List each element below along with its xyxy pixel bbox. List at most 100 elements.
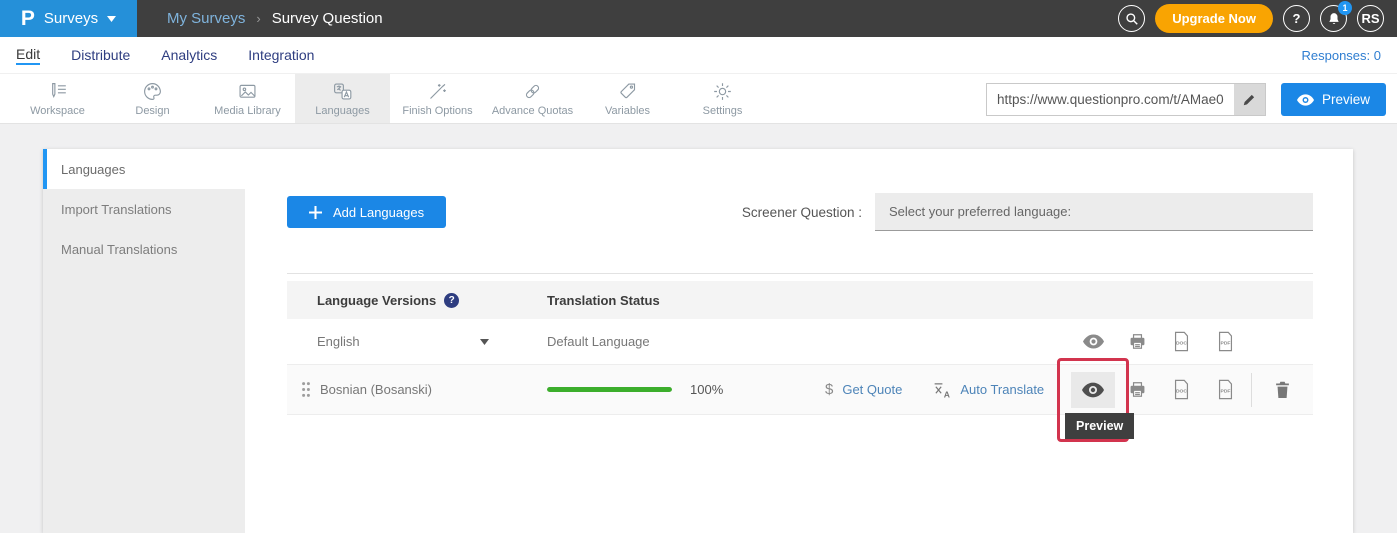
language-cell: Bosnian (Bosanski) xyxy=(287,381,547,398)
questionpro-logo: P xyxy=(21,8,35,29)
screener-question-label: Screener Question : xyxy=(742,205,862,220)
sidebar-item-manual-translations[interactable]: Manual Translations xyxy=(43,229,245,269)
settings-sidebar: Languages Import Translations Manual Tra… xyxy=(43,149,245,533)
pdf-file-icon: PDF xyxy=(1216,379,1235,400)
row-actions: DOC PDF xyxy=(1071,325,1313,359)
app-switcher[interactable]: P Surveys xyxy=(0,0,137,37)
svg-text:DOC: DOC xyxy=(1175,389,1186,395)
trash-icon xyxy=(1274,380,1291,399)
auto-translate-icon: A xyxy=(932,381,952,399)
export-doc-button[interactable]: DOC xyxy=(1159,379,1203,400)
screener-question: Screener Question : Select your preferre… xyxy=(742,193,1313,231)
print-language-button[interactable] xyxy=(1115,332,1159,351)
tab-distribute[interactable]: Distribute xyxy=(71,47,130,64)
topbar-actions: Upgrade Now ? 1 RS xyxy=(1118,4,1397,33)
help-button[interactable]: ? xyxy=(1283,5,1310,32)
toolbar-item-workspace[interactable]: Workspace xyxy=(10,74,105,123)
preview-language-button-highlighted[interactable]: Preview xyxy=(1071,372,1115,408)
header-translation-status: Translation Status xyxy=(547,293,777,308)
responses-counter: Responses: 0 xyxy=(1302,48,1382,63)
survey-toolbar: Workspace Design Media Library Languages… xyxy=(0,73,1397,124)
table-row-bosnian: Bosnian (Bosanski) 100% $ Get Quote A xyxy=(287,365,1313,415)
language-cell: English xyxy=(287,334,547,349)
languages-panel: Add Languages Screener Question : Select… xyxy=(245,149,1353,533)
toolbar-item-advance-quotas[interactable]: Advance Quotas xyxy=(485,74,580,123)
toolbar-item-media-library[interactable]: Media Library xyxy=(200,74,295,123)
workspace-icon xyxy=(47,81,68,102)
toolbar-right: Preview xyxy=(986,83,1386,116)
add-languages-button[interactable]: Add Languages xyxy=(287,196,446,228)
translation-progress-label: 100% xyxy=(690,382,723,397)
tab-edit[interactable]: Edit xyxy=(16,46,40,65)
language-dropdown-caret[interactable] xyxy=(480,339,489,345)
sidebar-item-import-translations[interactable]: Import Translations xyxy=(43,189,245,229)
status-cell: Default Language xyxy=(547,334,777,349)
chevron-down-icon xyxy=(480,339,489,345)
image-icon xyxy=(237,81,258,102)
export-doc-button[interactable]: DOC xyxy=(1159,331,1203,352)
toolbar-item-settings[interactable]: Settings xyxy=(675,74,770,123)
screener-question-select[interactable]: Select your preferred language: xyxy=(875,193,1313,231)
toolbar-item-variables[interactable]: Variables xyxy=(580,74,675,123)
auto-translate-button[interactable]: A Auto Translate xyxy=(932,381,1044,399)
breadcrumb: My Surveys › Survey Question xyxy=(167,10,383,27)
printer-icon xyxy=(1128,332,1147,351)
chain-link-icon xyxy=(522,81,543,102)
upgrade-now-button[interactable]: Upgrade Now xyxy=(1155,4,1273,33)
header-language-versions: Language Versions ? xyxy=(287,293,547,308)
pencil-icon xyxy=(1242,93,1256,107)
toolbar-item-languages[interactable]: Languages xyxy=(295,74,390,123)
svg-text:DOC: DOC xyxy=(1175,341,1186,347)
eye-icon xyxy=(1083,334,1104,349)
table-header-row: Language Versions ? Translation Status xyxy=(287,281,1313,319)
breadcrumb-parent[interactable]: My Surveys xyxy=(167,10,245,27)
svg-text:A: A xyxy=(944,389,950,399)
tab-analytics[interactable]: Analytics xyxy=(161,47,217,64)
preview-button[interactable]: Preview xyxy=(1281,83,1386,116)
search-icon xyxy=(1125,12,1139,26)
eye-icon xyxy=(1297,94,1314,106)
translation-progress-cell: 100% xyxy=(547,382,777,397)
print-language-button[interactable] xyxy=(1115,380,1159,399)
toolbar-item-design[interactable]: Design xyxy=(105,74,200,123)
dollar-icon: $ xyxy=(825,381,833,398)
help-icon[interactable]: ? xyxy=(444,293,459,308)
avatar[interactable]: RS xyxy=(1357,5,1384,32)
language-name: English xyxy=(317,334,360,349)
tag-icon xyxy=(617,81,638,102)
export-pdf-button[interactable]: PDF xyxy=(1203,379,1247,400)
toolbar-item-finish-options[interactable]: Finish Options xyxy=(390,74,485,123)
drag-dots-icon xyxy=(301,381,311,398)
printer-icon xyxy=(1128,380,1147,399)
search-button[interactable] xyxy=(1118,5,1145,32)
edit-url-button[interactable] xyxy=(1234,84,1265,115)
sidebar-item-languages[interactable]: Languages xyxy=(43,149,245,189)
delete-language-button[interactable] xyxy=(1251,373,1313,407)
palette-icon xyxy=(142,81,163,102)
app-menu-label: Surveys xyxy=(44,10,98,27)
page-title: Survey Question xyxy=(272,10,383,27)
eye-hover-background xyxy=(1071,372,1115,408)
table-row-english: English Default Language xyxy=(287,319,1313,365)
notifications: 1 xyxy=(1320,5,1347,32)
languages-card: Languages Import Translations Manual Tra… xyxy=(43,149,1353,533)
svg-text:PDF: PDF xyxy=(1220,341,1230,347)
row-actions: Preview DOC PDF xyxy=(1071,372,1313,408)
gear-icon xyxy=(712,81,733,102)
drag-handle[interactable] xyxy=(301,381,311,398)
export-pdf-button[interactable]: PDF xyxy=(1203,331,1247,352)
panel-header-row: Add Languages Screener Question : Select… xyxy=(287,193,1313,231)
notification-badge: 1 xyxy=(1338,1,1352,15)
preview-language-button[interactable] xyxy=(1071,334,1115,349)
pdf-file-icon: PDF xyxy=(1216,331,1235,352)
translate-icon xyxy=(332,81,353,102)
svg-text:PDF: PDF xyxy=(1220,389,1230,395)
eye-icon xyxy=(1082,382,1104,398)
bell-icon xyxy=(1327,12,1341,26)
language-versions-table: Language Versions ? Translation Status E… xyxy=(287,281,1313,415)
tab-integration[interactable]: Integration xyxy=(248,47,314,64)
translation-progress-bar xyxy=(547,387,672,392)
get-quote-button[interactable]: $ Get Quote xyxy=(825,381,902,398)
page-background: Languages Import Translations Manual Tra… xyxy=(0,124,1397,533)
survey-url-input[interactable] xyxy=(987,84,1234,115)
